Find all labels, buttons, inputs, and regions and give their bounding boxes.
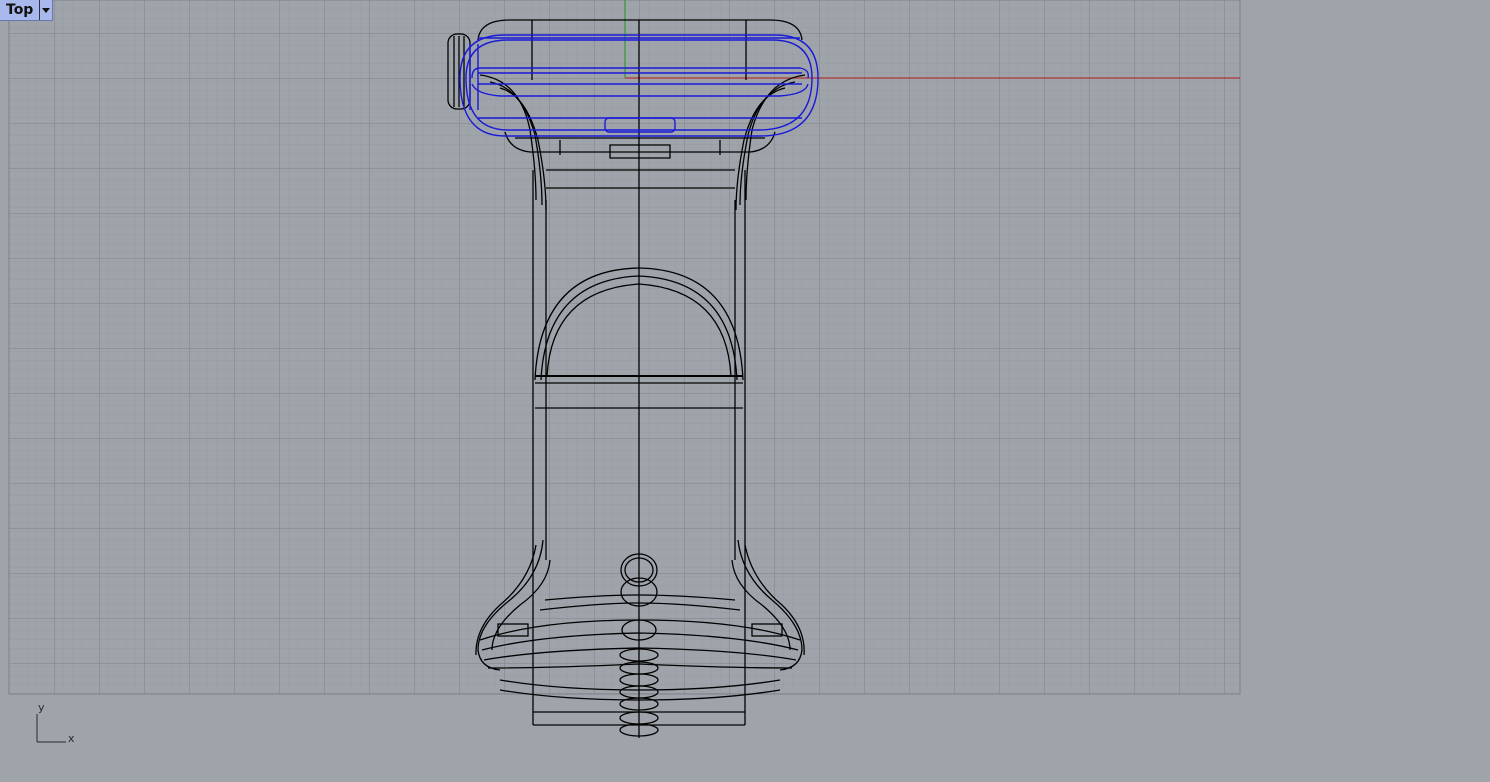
axis-triad: x y bbox=[36, 701, 75, 745]
viewport-title-tab[interactable]: Top bbox=[0, 0, 54, 21]
viewport-canvas[interactable]: x y bbox=[0, 0, 1490, 778]
chevron-down-icon[interactable] bbox=[39, 0, 52, 20]
triad-y-label: y bbox=[38, 701, 45, 714]
viewport-top[interactable]: x y Top bbox=[0, 0, 1490, 778]
viewport-title[interactable]: Top bbox=[0, 0, 39, 20]
construction-grid bbox=[8, 0, 1241, 695]
triad-x-label: x bbox=[68, 732, 75, 745]
